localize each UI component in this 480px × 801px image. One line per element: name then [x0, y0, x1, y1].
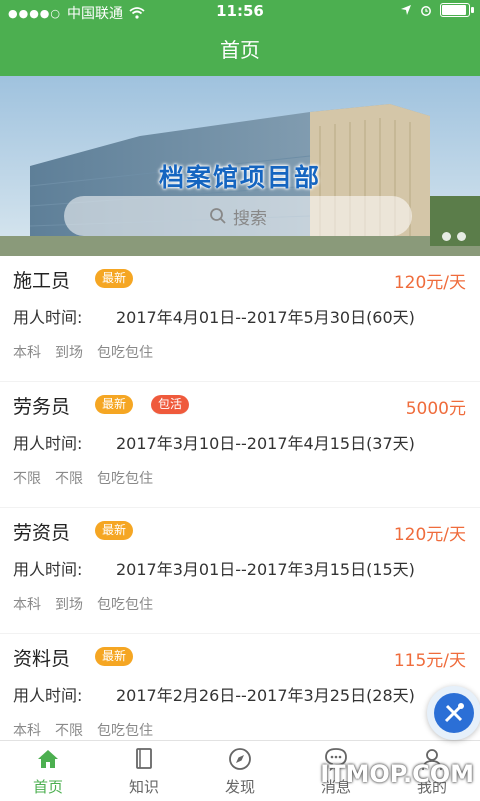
- badge-new: 最新: [95, 395, 134, 414]
- job-condition: 本科: [13, 723, 41, 739]
- job-condition: 本科: [13, 597, 41, 613]
- search-icon: [210, 208, 226, 224]
- banner-carousel[interactable]: 档案馆项目部 搜索: [0, 76, 480, 256]
- tab-knowledge[interactable]: 知识: [96, 741, 192, 801]
- badge-job-package: 包活: [151, 395, 190, 415]
- job-tags: 最新 包活: [95, 395, 190, 415]
- employment-time-value: 2017年3月01日--2017年3月15日(15天): [116, 560, 415, 579]
- job-condition: 到场: [55, 345, 83, 361]
- job-condition: 包吃包住: [97, 345, 153, 361]
- job-conditions: 不限 不限 包吃包住: [13, 468, 153, 488]
- job-condition: 不限: [13, 471, 41, 487]
- book-icon: [136, 747, 152, 769]
- alarm-icon: [421, 6, 431, 16]
- badge-new: 最新: [95, 269, 134, 288]
- page-title: 首页: [220, 38, 260, 62]
- carousel-pager[interactable]: [442, 232, 466, 241]
- search-bar[interactable]: 搜索: [64, 196, 412, 236]
- employment-time-label: 用人时间:: [13, 686, 83, 705]
- tab-knowledge-label: 知识: [128, 777, 159, 796]
- battery-icon: [440, 3, 474, 17]
- floating-assist-button[interactable]: [427, 686, 480, 740]
- employment-time-label: 用人时间:: [13, 308, 83, 327]
- job-condition: 本科: [13, 345, 41, 361]
- watermark: ITMOP.COM: [320, 760, 474, 788]
- status-right: [400, 3, 474, 17]
- status-bar: ●●●●○ 中国联通 11:56: [0, 0, 480, 24]
- banner-title: 档案馆项目部: [158, 163, 321, 192]
- job-tags: 最新: [95, 647, 134, 666]
- job-conditions: 本科 不限 包吃包住: [13, 720, 153, 740]
- employment-time-label: 用人时间:: [13, 434, 83, 453]
- employment-time-value: 2017年4月01日--2017年5月30日(60天): [116, 308, 415, 327]
- tab-discover-label: 发现: [224, 777, 255, 796]
- badge-new: 最新: [95, 521, 134, 540]
- job-list: 施工员 最新 120元/天 用人时间: 2017年4月01日--2017年5月30日(6…: [0, 256, 480, 740]
- job-card[interactable]: 劳资员 最新 120元/天用人时间: 2017年3月01日--2017年3月15日(1…: [0, 508, 480, 634]
- job-title: 施工员: [13, 270, 71, 292]
- job-price: 120元/天: [393, 273, 466, 293]
- job-condition: 到场: [55, 597, 83, 613]
- search-placeholder: 搜索: [233, 208, 267, 229]
- job-tags: 最新: [95, 269, 134, 288]
- job-conditions: 本科 到场 包吃包住: [13, 594, 153, 614]
- job-tags: 最新: [95, 521, 134, 540]
- job-price: 115元/天: [393, 651, 466, 671]
- tools-icon: [444, 703, 464, 723]
- navbar: 首页: [0, 24, 480, 76]
- job-card[interactable]: 施工员 最新 120元/天用人时间: 2017年4月01日--2017年5月30日(6…: [0, 256, 480, 382]
- badge-new: 最新: [95, 647, 134, 666]
- job-title: 劳资员: [13, 522, 71, 544]
- compass-icon: [229, 747, 251, 770]
- tab-home[interactable]: 首页: [0, 741, 96, 801]
- job-card[interactable]: 资料员 最新 115元/天用人时间: 2017年2月26日--2017年3月25日(2…: [0, 634, 480, 740]
- employment-time-value: 2017年2月26日--2017年3月25日(28天): [116, 686, 415, 705]
- pager-dot[interactable]: [457, 232, 466, 241]
- fab-inner: [434, 693, 474, 733]
- job-condition: 包吃包住: [97, 597, 153, 613]
- job-condition: 不限: [55, 471, 83, 487]
- location-icon: [401, 5, 411, 15]
- job-title: 资料员: [13, 648, 71, 670]
- job-condition: 包吃包住: [97, 723, 153, 739]
- tab-discover[interactable]: 发现: [192, 741, 288, 801]
- job-card[interactable]: 劳务员 最新 包活 5000元用人时间: 2017年3月10日--2017年4月15日(…: [0, 382, 480, 508]
- tab-home-label: 首页: [32, 777, 63, 796]
- employment-time-value: 2017年3月10日--2017年4月15日(37天): [116, 434, 415, 453]
- pager-dot[interactable]: [442, 232, 451, 241]
- home-icon: [38, 749, 58, 768]
- job-condition: 包吃包住: [97, 471, 153, 487]
- job-condition: 不限: [55, 723, 83, 739]
- job-title: 劳务员: [13, 396, 71, 418]
- job-price: 120元/天: [393, 525, 466, 545]
- job-conditions: 本科 到场 包吃包住: [13, 342, 153, 362]
- battery-fill: [442, 5, 466, 15]
- employment-time-label: 用人时间:: [13, 560, 83, 579]
- job-price: 5000元: [405, 399, 466, 419]
